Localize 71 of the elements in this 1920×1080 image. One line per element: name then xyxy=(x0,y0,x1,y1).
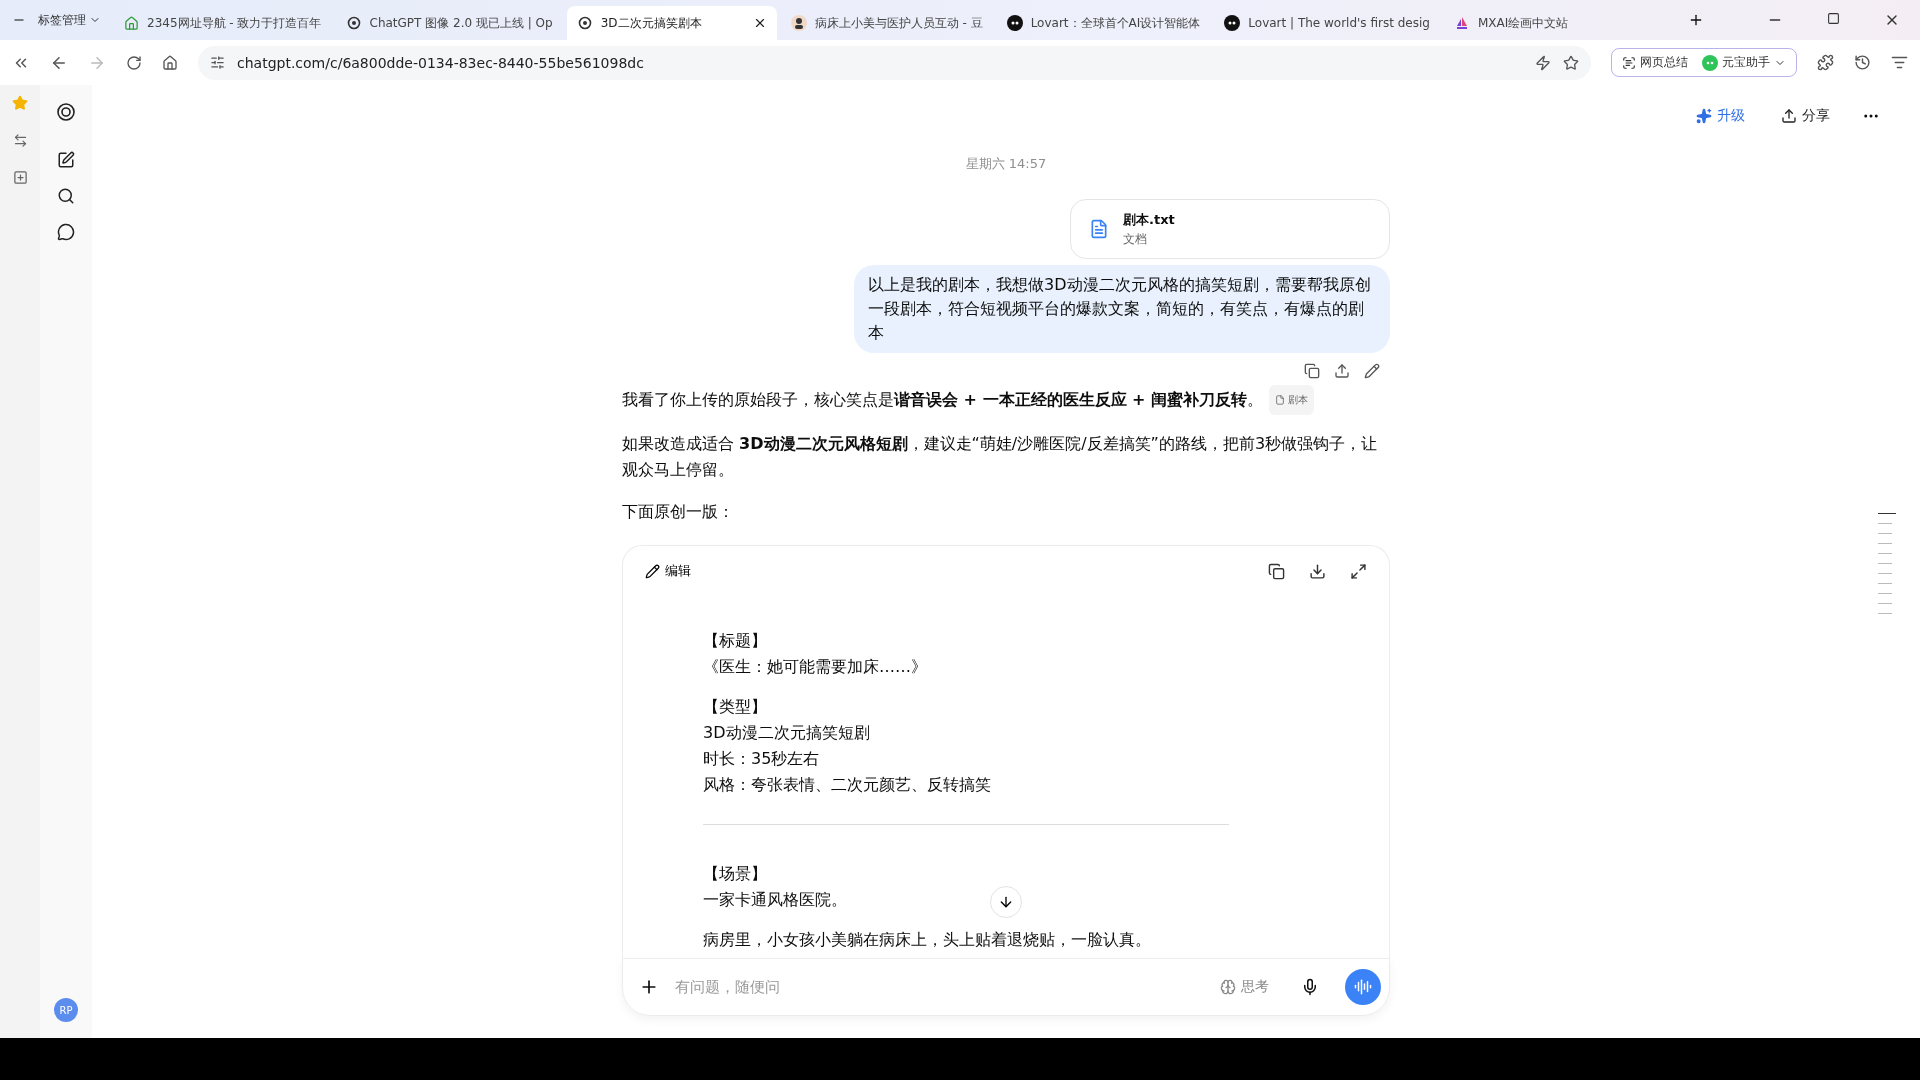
switch-icon[interactable] xyxy=(12,133,28,148)
voice-mode-button[interactable] xyxy=(1345,969,1381,1005)
person-icon xyxy=(790,15,807,31)
dark-circle-logo-icon xyxy=(1224,15,1241,31)
document-icon xyxy=(1089,219,1109,239)
tab-group-button[interactable]: 标签管理 xyxy=(30,11,109,29)
audio-wave-icon xyxy=(1354,978,1372,996)
sparkle-icon xyxy=(1696,108,1712,124)
history-icon[interactable] xyxy=(1854,54,1871,71)
copy-icon[interactable] xyxy=(1304,363,1320,379)
page-summary-button[interactable]: 网页总结 xyxy=(1622,54,1688,71)
file-name: 剧本.txt xyxy=(1123,210,1175,229)
arrow-down-icon xyxy=(998,894,1014,910)
pencil-icon xyxy=(645,563,660,579)
microphone-icon[interactable] xyxy=(1301,978,1319,996)
home-icon[interactable] xyxy=(162,54,178,71)
upgrade-button[interactable]: 升级 xyxy=(1692,103,1749,129)
source-chip[interactable]: 剧本 xyxy=(1269,385,1315,415)
download-icon[interactable] xyxy=(1309,562,1326,580)
star-icon[interactable] xyxy=(12,95,28,111)
dark-circle-logo-icon xyxy=(1006,15,1023,31)
message-input[interactable]: 有问题，随便问 xyxy=(673,977,1200,997)
expand-icon[interactable] xyxy=(1350,562,1367,580)
address-bar[interactable]: chatgpt.com/c/6a800dde-0134-83ec-8440-55be561098dc xyxy=(198,45,1591,80)
script-line: 病房里，小女孩小美躺在病床上，头上贴着退烧贴，一脸认真。 xyxy=(703,929,1151,951)
reply-paragraph: 下面原创一版： xyxy=(622,502,734,521)
brain-icon xyxy=(1220,979,1236,995)
message-timestamp: 星期六 14:57 xyxy=(965,155,1047,173)
menu-icon[interactable] xyxy=(1891,54,1908,71)
new-chat-icon[interactable] xyxy=(57,151,75,169)
browser-tab[interactable]: 2345网址导航 - 致力于打造百年 xyxy=(113,6,332,40)
file-attachment[interactable]: 剧本.txt 文档 xyxy=(1070,199,1390,259)
assistant-logo-icon xyxy=(1702,54,1718,71)
file-icon xyxy=(1275,395,1286,405)
browser-tab[interactable]: ChatGPT 图像 2.0 现已上线 | Op xyxy=(335,6,563,40)
share-button[interactable]: 分享 xyxy=(1777,103,1834,129)
think-button[interactable]: 思考 xyxy=(1214,977,1275,997)
script-line: 【类型】 xyxy=(703,696,767,718)
lightning-icon[interactable] xyxy=(1535,54,1551,71)
browser-tab[interactable]: 病床上小美与医护人员互动 - 豆 xyxy=(780,6,993,40)
share-icon xyxy=(1781,108,1797,124)
script-line: 一家卡通风格医院。 xyxy=(703,889,847,911)
browser-tab[interactable]: Lovart：全球首个AI设计智能体 xyxy=(996,6,1211,40)
bookmark-star-icon[interactable] xyxy=(1563,54,1579,71)
reply-paragraph: 如果改造成适合 3D动漫二次元风格短剧，建议走“萌娃/沙雕医院/反差搞笑”的路线，把前3秒做强钩子，让观众马上停留。 xyxy=(622,434,1378,479)
script-line: 【标题】 xyxy=(703,630,767,652)
reload-icon[interactable] xyxy=(126,54,142,71)
assistant-button[interactable]: 元宝助手 xyxy=(1702,54,1786,71)
house-icon xyxy=(123,15,139,31)
browser-tab[interactable]: 3D二次元搞笑剧本 xyxy=(566,6,777,40)
chat-bubble-icon[interactable] xyxy=(57,223,75,241)
site-settings-icon[interactable] xyxy=(210,55,225,70)
script-line: 3D动漫二次元搞笑短剧 xyxy=(703,722,870,744)
scan-text-icon xyxy=(1622,55,1636,70)
browser-tab[interactable]: Lovart | The world's first desig xyxy=(1214,6,1440,40)
script-line: 时长：35秒左右 xyxy=(703,748,820,770)
script-line: 【场景】 xyxy=(703,863,767,885)
edit-icon[interactable] xyxy=(1364,363,1380,379)
script-line: 《医生：她可能需要加床……》 xyxy=(703,656,927,678)
scroll-down-button[interactable] xyxy=(990,886,1022,918)
copy-icon[interactable] xyxy=(1268,562,1285,580)
file-type: 文档 xyxy=(1123,230,1148,248)
script-line: 风格：夸张表情、二次元颜艺、反转搞笑 xyxy=(703,774,991,796)
restore-icon[interactable] xyxy=(1827,12,1840,25)
search-icon[interactable] xyxy=(57,187,75,205)
user-message: 以上是我的剧本，我想做3D动漫二次元风格的搞笑短剧，需要帮我原创一段剧本，符合短视频平台的爆款文案，简短的，有笑点，有爆点的剧本 xyxy=(854,265,1390,353)
url-text: chatgpt.com/c/6a800dde-0134-83ec-8440-55be561098dc xyxy=(237,54,645,71)
reply-paragraph: 我看了你上传的原始段子，核心笑点是谐音误会 + 一本正经的医生反应 + 闺蜜补刀反转。 xyxy=(622,389,1264,409)
browser-tab[interactable]: MXAI绘画中文站 xyxy=(1443,6,1624,40)
share-icon[interactable] xyxy=(1334,363,1350,379)
extensions-icon[interactable] xyxy=(1817,54,1834,71)
